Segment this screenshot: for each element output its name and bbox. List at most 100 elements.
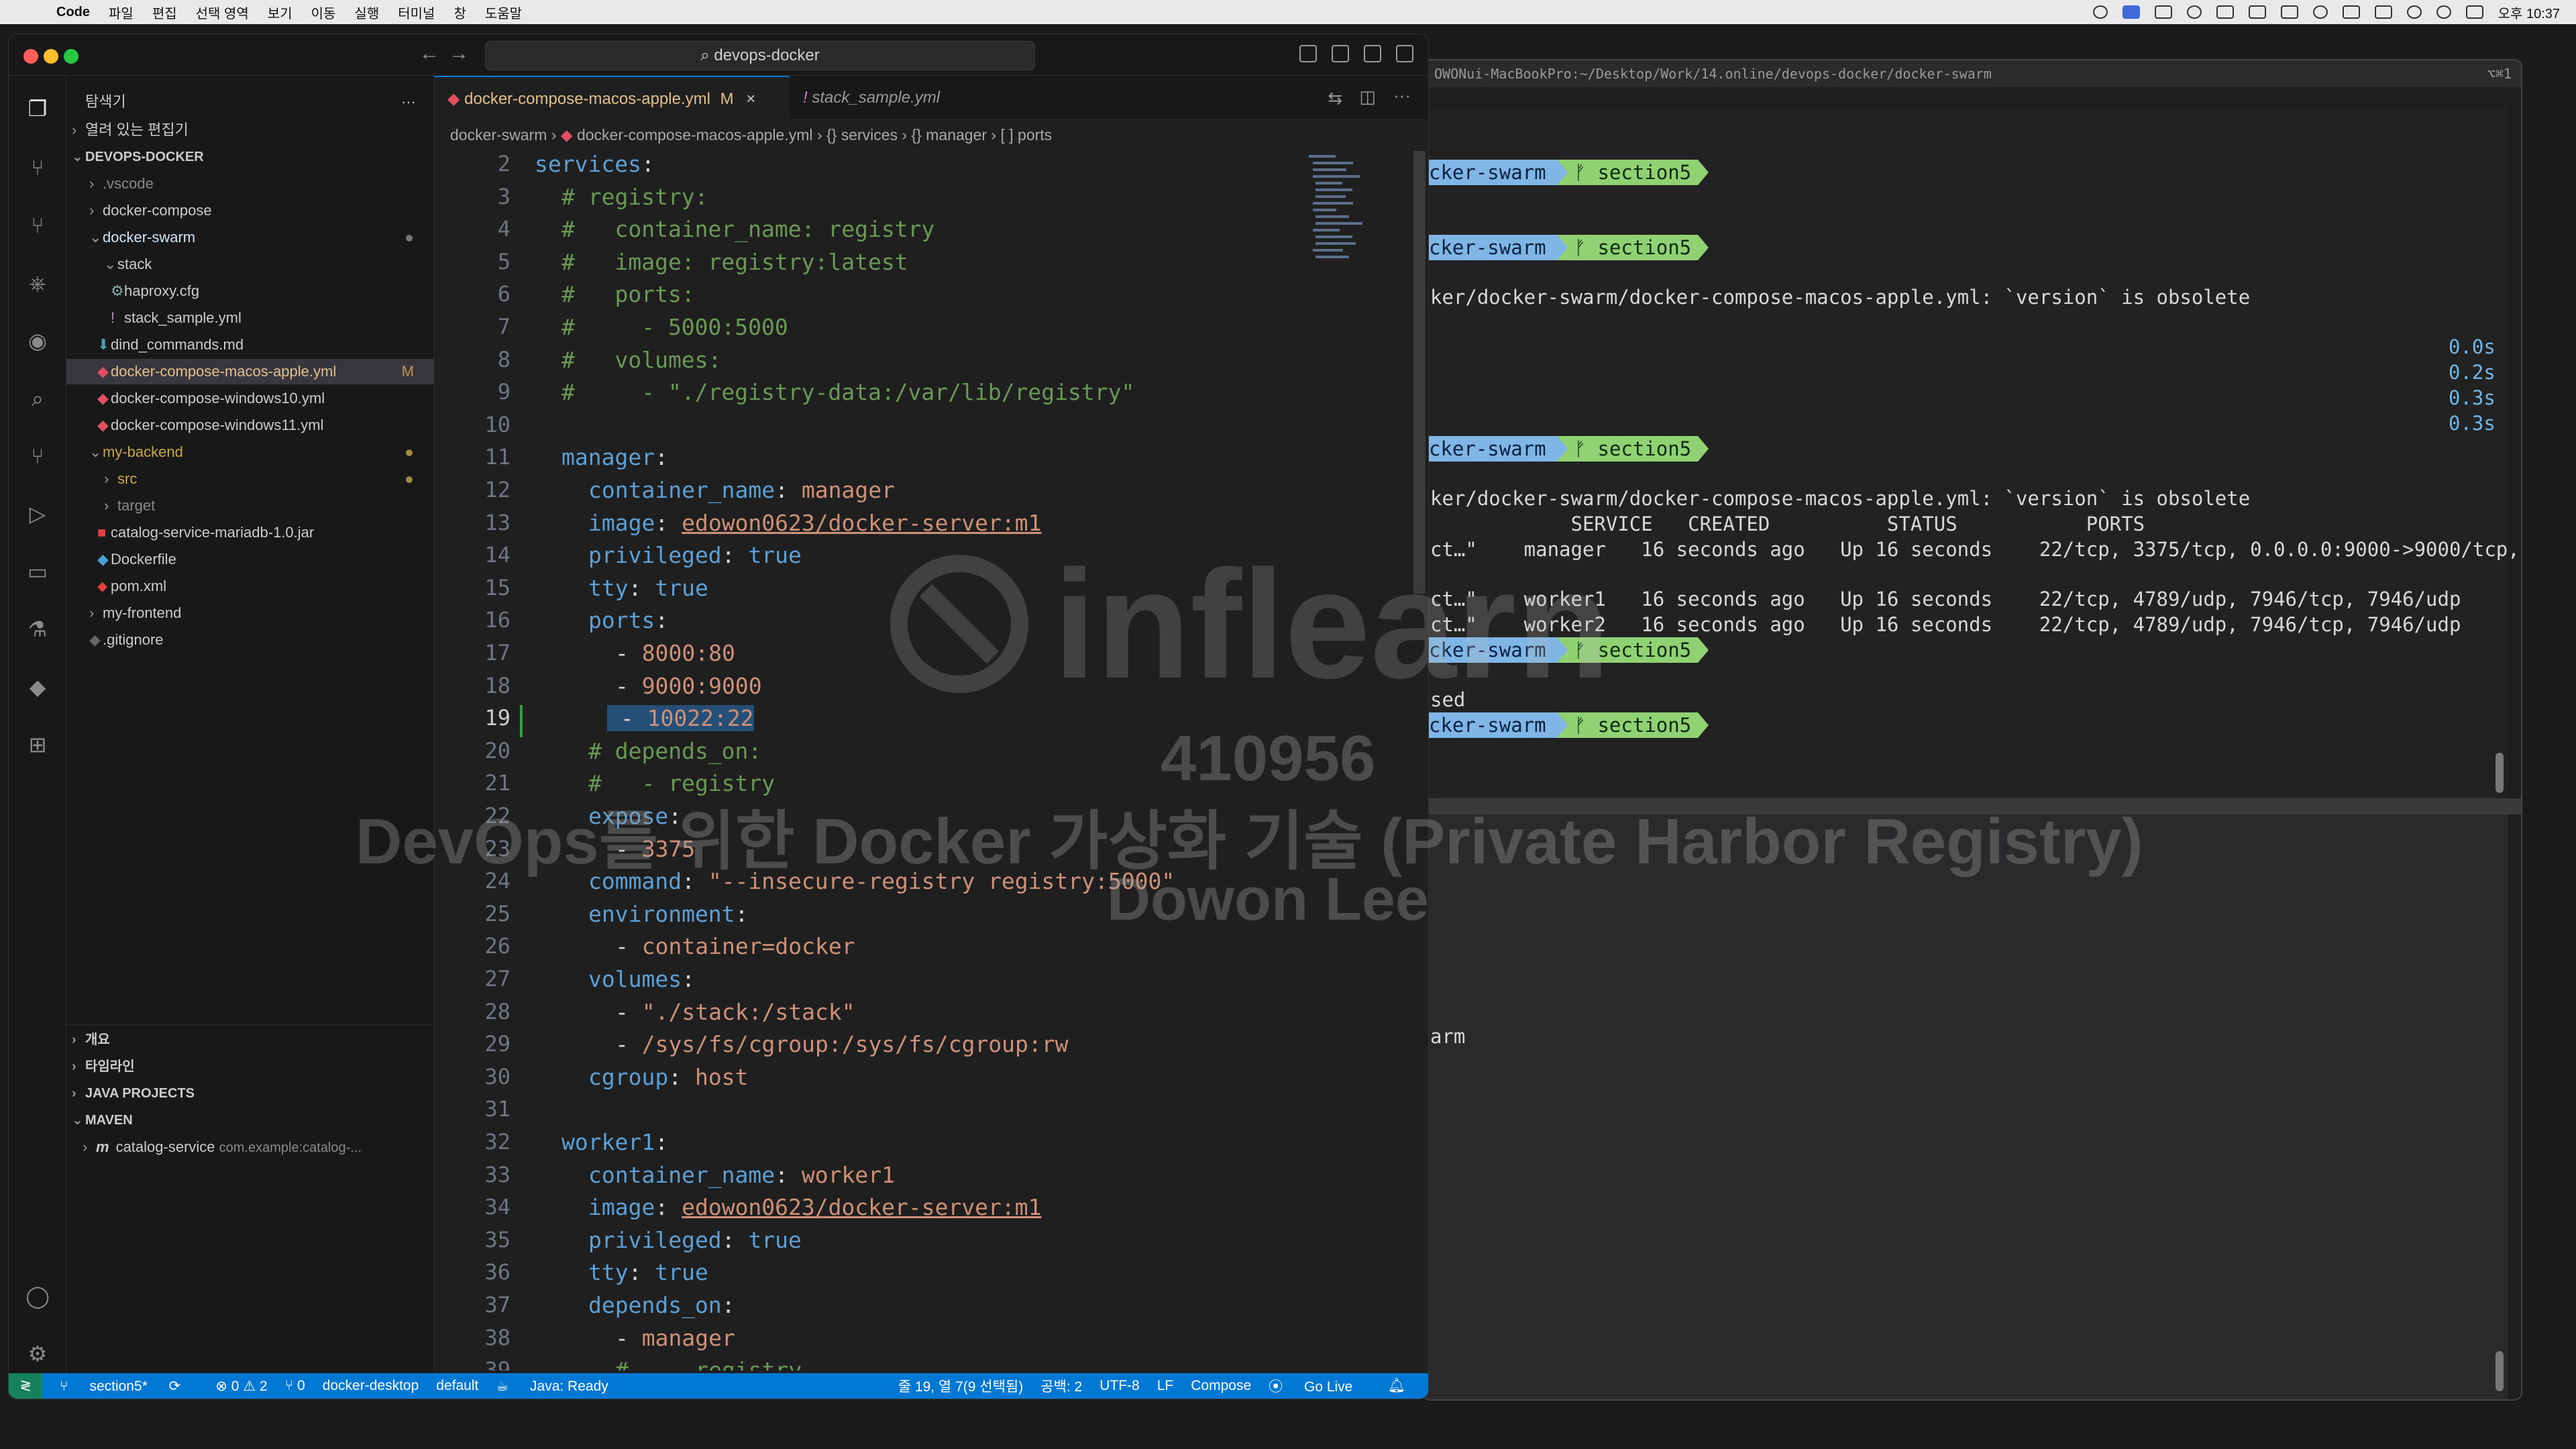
open-editors-section[interactable]: › 열려 있는 편집기	[66, 117, 434, 143]
tree-item-my-backend[interactable]: ⌄my-backend	[66, 439, 434, 465]
editor-scrollbar[interactable]	[1413, 151, 1426, 594]
toggle-panel-icon[interactable]	[1332, 45, 1349, 62]
search-icon[interactable]: ⌕	[25, 386, 50, 411]
menu-go[interactable]: 이동	[311, 3, 336, 22]
tab-stack-sample[interactable]: ! stack_sample.yml	[790, 76, 998, 120]
code-link[interactable]: edowon0623/docker-server:m1	[682, 510, 1041, 536]
notifications-bell-icon[interactable]: 🔔︎	[1387, 1378, 1405, 1394]
git-graph-icon[interactable]: ⑂	[25, 155, 50, 180]
tree-item-jar[interactable]: ■ catalog-service-mariadb-1.0.jar	[66, 520, 434, 545]
more-actions-icon[interactable]: ···	[1393, 85, 1411, 106]
command-center[interactable]: ⌕ devops-docker	[485, 41, 1035, 70]
screen-share-icon[interactable]	[2122, 5, 2140, 19]
tree-item-stack[interactable]: ⌄stack	[66, 252, 434, 277]
back-arrow-icon[interactable]: ←	[419, 42, 439, 65]
testing-icon[interactable]: ⚗	[25, 616, 50, 642]
status-eol[interactable]: LF	[1157, 1378, 1174, 1394]
terminal-pane-bottom[interactable]: arm	[1424, 814, 2508, 1399]
time-machine-icon[interactable]	[2312, 5, 2328, 19]
volume-icon[interactable]	[2216, 5, 2234, 19]
tab-compose-macos[interactable]: ◆ docker-compose-macos-apple.yml M ×	[434, 76, 790, 120]
menu-file[interactable]: 파일	[109, 3, 133, 22]
timeline-section[interactable]: › 타임라인	[66, 1054, 434, 1079]
tree-item-compose-win10[interactable]: ◆ docker-compose-windows10.yml	[66, 386, 434, 411]
status-problems[interactable]: ⊗ 0 ⚠ 2	[215, 1378, 267, 1395]
menu-view[interactable]: 보기	[268, 3, 292, 22]
tree-item-src[interactable]: › src	[66, 466, 434, 492]
tree-item-docker-compose[interactable]: › docker-compose	[66, 198, 434, 223]
code-link[interactable]: edowon0623/docker-server:m1	[682, 1194, 1041, 1220]
status-encoding[interactable]: UTF-8	[1099, 1378, 1140, 1394]
minimap[interactable]	[1309, 151, 1369, 312]
tree-item-docker-swarm[interactable]: ⌄docker-swarm	[66, 225, 434, 250]
status-icon[interactable]	[2092, 5, 2108, 19]
status-branch[interactable]: ⑂ section5* ⟳	[60, 1378, 198, 1395]
control-center-icon[interactable]	[2465, 5, 2483, 19]
remote-explorer-icon[interactable]: ▭	[25, 559, 50, 584]
tree-item-vscode[interactable]: › .vscode	[66, 171, 434, 197]
menu-help[interactable]: 도움말	[485, 3, 522, 22]
tree-item-compose-win11[interactable]: ◆ docker-compose-windows11.yml	[66, 413, 434, 438]
notes-icon[interactable]	[2280, 5, 2298, 19]
breadcrumb-item[interactable]: docker-swarm	[450, 126, 547, 144]
wifi-icon[interactable]	[2406, 5, 2422, 19]
docker-icon[interactable]	[2154, 5, 2172, 19]
tree-item-stack-sample[interactable]: ! stack_sample.yml	[66, 305, 434, 331]
minimize-window-icon[interactable]	[44, 49, 58, 64]
breadcrumb-item[interactable]: {} services	[826, 126, 898, 144]
status-go-live[interactable]: ⦿ Go Live	[1269, 1376, 1370, 1396]
battery-icon[interactable]	[2374, 5, 2392, 19]
docker-icon[interactable]: ◆	[25, 674, 50, 700]
remote-indicator-icon[interactable]: ≷	[9, 1373, 42, 1399]
maven-section[interactable]: ⌄ MAVEN	[66, 1108, 434, 1133]
status-cursor-position[interactable]: 줄 19, 열 7(9 선택됨)	[898, 1376, 1023, 1396]
java-projects-section[interactable]: › JAVA PROJECTS	[66, 1081, 434, 1106]
run-debug-icon[interactable]: ▷	[25, 501, 50, 527]
tree-item-my-frontend[interactable]: › my-frontend	[66, 600, 434, 626]
menu-selection[interactable]: 선택 영역	[196, 3, 249, 22]
terminal-pane-top[interactable]: cker-swarm ᚠ section5 cker-swarm ᚠ section…	[1424, 109, 2520, 798]
menu-terminal[interactable]: 터미널	[398, 3, 435, 22]
settings-gear-icon[interactable]: ⚙	[25, 1341, 50, 1366]
tree-item-haproxy[interactable]: ⚙haproxy.cfg	[66, 278, 434, 304]
toggle-secondary-sidebar-icon[interactable]	[1364, 45, 1381, 62]
menu-clock[interactable]: 오후 10:37	[2498, 3, 2560, 22]
tree-item-target[interactable]: › target	[66, 493, 434, 519]
status-profile[interactable]: default	[436, 1378, 478, 1394]
menu-app-name[interactable]: Code	[56, 5, 90, 20]
status-language[interactable]: Compose	[1191, 1378, 1251, 1394]
status-ports[interactable]: ⑂ 0	[285, 1378, 305, 1394]
tree-item-dockerfile[interactable]: ◆ Dockerfile	[66, 547, 434, 572]
tree-item-gitignore[interactable]: ◆ .gitignore	[66, 627, 434, 653]
status-docker-context[interactable]: docker-desktop	[323, 1378, 419, 1394]
workspace-root[interactable]: ⌄ DEVOPS-DOCKER	[66, 144, 434, 170]
terminal-scrollbar[interactable]	[2496, 753, 2504, 793]
compare-changes-icon[interactable]: ⇆	[1328, 88, 1342, 109]
more-actions-icon[interactable]: ···	[401, 89, 416, 115]
account-icon[interactable]: ◯	[25, 1283, 50, 1309]
close-window-icon[interactable]	[23, 49, 38, 64]
pane-divider[interactable]	[1424, 798, 2521, 814]
close-tab-icon[interactable]: ×	[746, 90, 755, 108]
extensions-icon[interactable]: ⊞	[25, 732, 50, 757]
code-editor[interactable]: services: # registry: # container_name: …	[535, 151, 1420, 1371]
spotlight-icon[interactable]	[2436, 5, 2451, 19]
display-icon[interactable]	[2248, 5, 2266, 19]
github-icon[interactable]: ◉	[25, 328, 50, 354]
tree-item-pom[interactable]: ⬥ pom.xml	[66, 574, 434, 599]
tree-item-compose-macos[interactable]: ◆ docker-compose-macos-apple.yml M	[66, 359, 434, 384]
toggle-sidebar-icon[interactable]	[1299, 45, 1317, 62]
breadcrumb-item[interactable]: [ ] ports	[1000, 126, 1052, 144]
status-java[interactable]: ☕ Java: Ready	[496, 1378, 625, 1395]
forward-arrow-icon[interactable]: →	[449, 42, 469, 65]
breadcrumb-item[interactable]: docker-compose-macos-apple.yml	[577, 126, 813, 144]
breadcrumb-item[interactable]: {} manager	[912, 126, 987, 144]
terminal-scrollbar[interactable]	[2496, 1351, 2504, 1391]
maven-item[interactable]: › m catalog-service com.example:catalog-..…	[66, 1134, 434, 1160]
record-icon[interactable]	[2186, 5, 2202, 19]
input-source-icon[interactable]	[2342, 5, 2360, 19]
gitlens-icon[interactable]: ⑂	[25, 213, 50, 238]
menu-window[interactable]: 창	[453, 3, 466, 22]
zoom-window-icon[interactable]	[64, 49, 78, 64]
menu-run[interactable]: 실행	[354, 3, 379, 22]
